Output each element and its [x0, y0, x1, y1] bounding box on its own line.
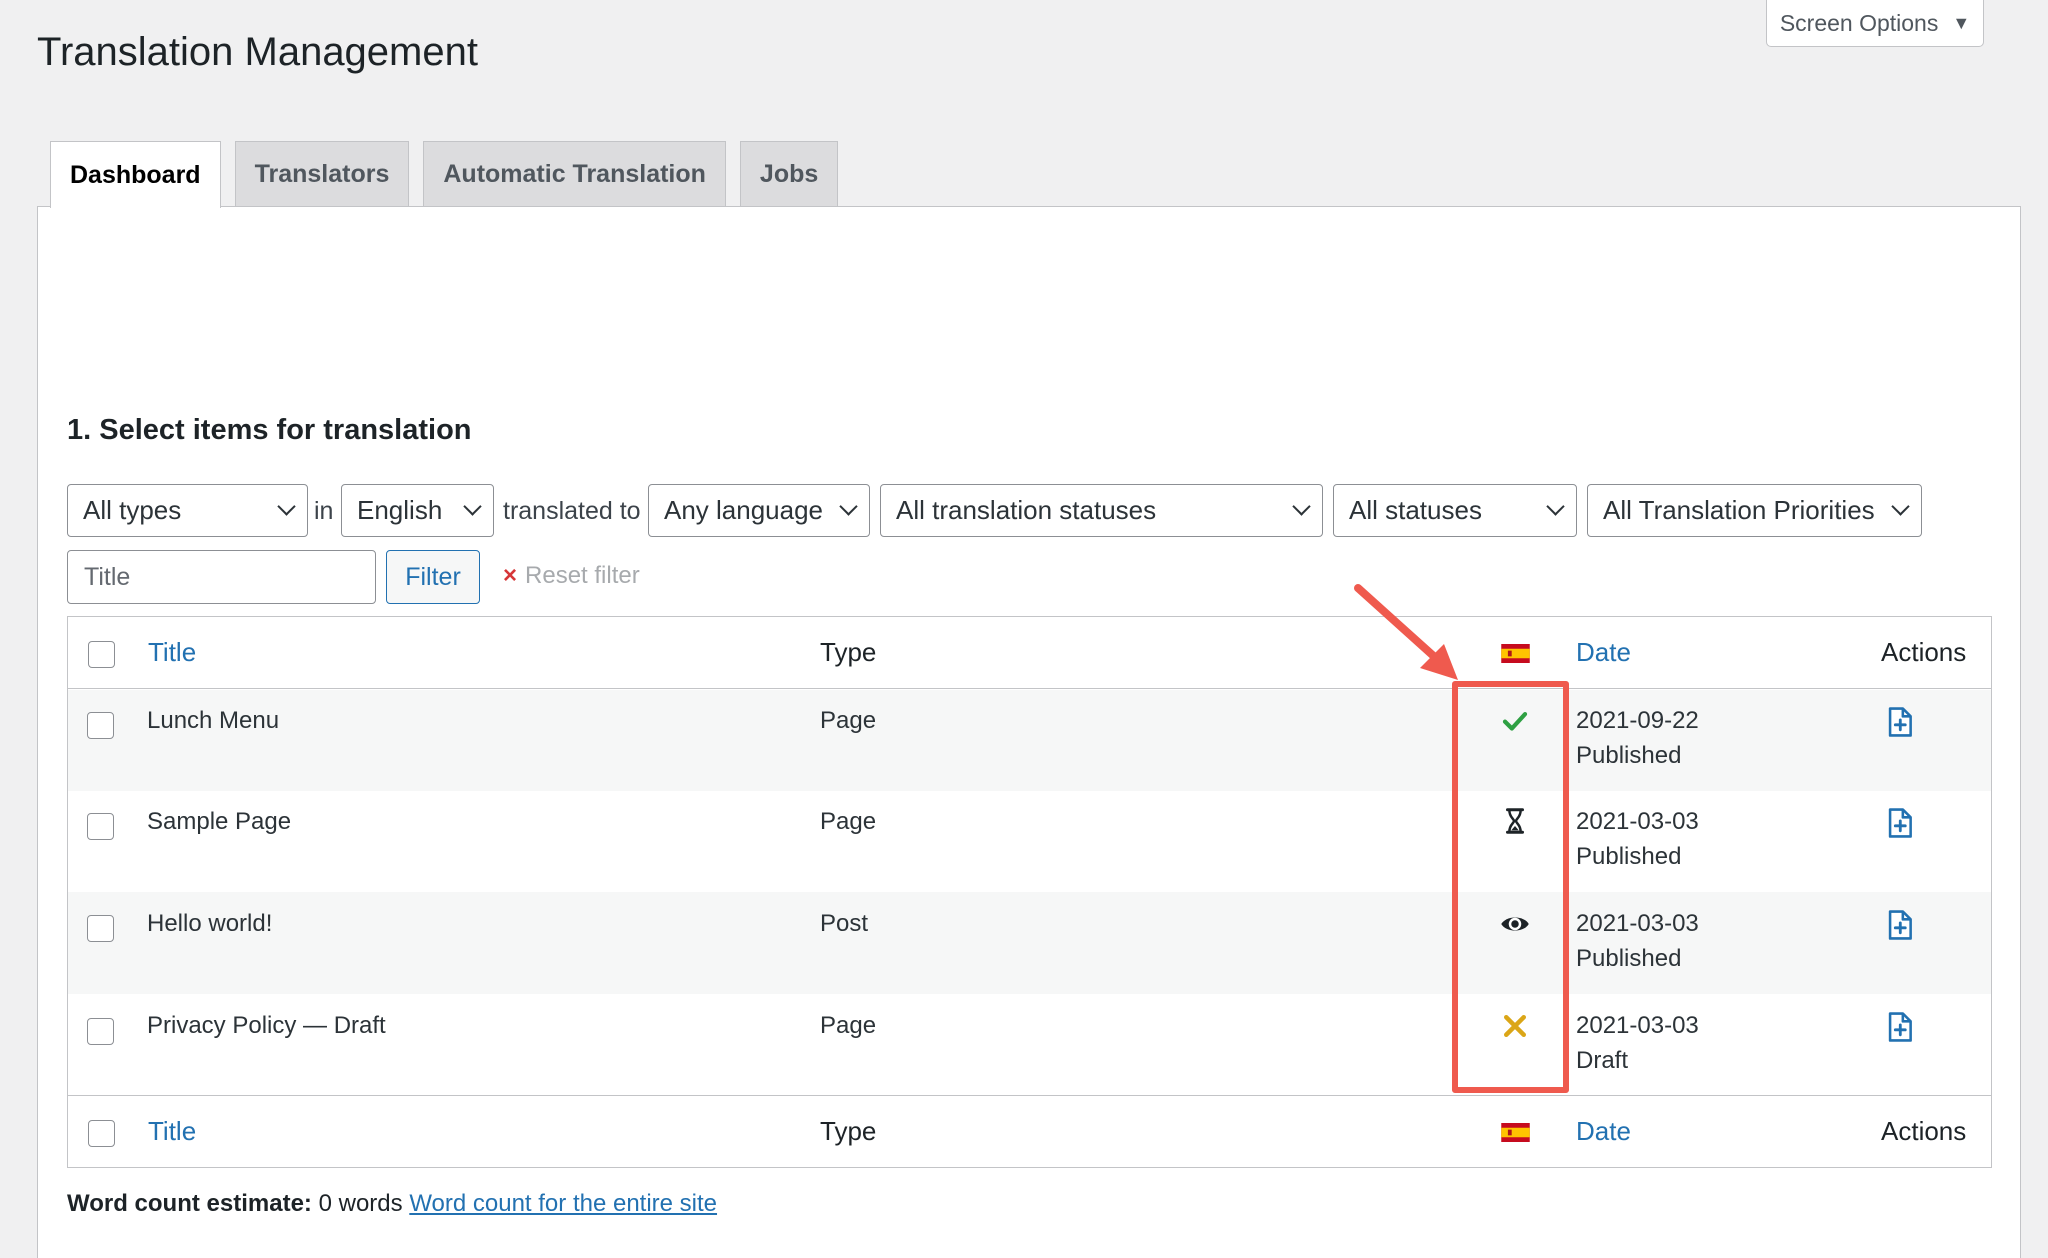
actions-column-header: Actions [1881, 1116, 1967, 1146]
filter-button[interactable]: Filter [386, 550, 480, 604]
reset-filter-label: Reset filter [525, 562, 640, 589]
row-status: Published [1576, 742, 1682, 769]
table-row: Lunch Menu Page 2021-09-22 Published [68, 690, 1991, 791]
priority-select[interactable]: All Translation Priorities [1587, 484, 1922, 537]
row-checkbox[interactable] [87, 813, 114, 840]
row-status: Published [1576, 945, 1682, 972]
reset-filter-link[interactable]: × Reset filter [503, 562, 640, 590]
check-icon[interactable] [1500, 706, 1530, 736]
translated-to-label: translated to [503, 497, 641, 525]
translation-status-select[interactable]: All translation statuses [880, 484, 1323, 537]
caret-down-icon: ▼ [1952, 12, 1971, 33]
table-row: Sample Page Page 2021-03-03 Published [68, 791, 1991, 892]
priority-value: All Translation Priorities [1603, 495, 1875, 525]
tab-jobs[interactable]: Jobs [739, 141, 839, 207]
select-all-checkbox[interactable] [88, 641, 115, 668]
word-count-estimate: Word count estimate: 0 words Word count … [67, 1190, 717, 1218]
chevron-down-icon [839, 497, 858, 516]
add-translation-icon[interactable] [1883, 908, 1917, 942]
row-type: Page [820, 1012, 877, 1039]
row-title: Privacy Policy — Draft [147, 1012, 386, 1039]
chevron-down-icon [1292, 497, 1311, 516]
add-translation-icon[interactable] [1883, 806, 1917, 840]
row-date: 2021-03-03 [1576, 808, 1699, 835]
in-label: in [314, 497, 334, 525]
type-column-header: Type [820, 1116, 877, 1146]
row-title: Sample Page [147, 808, 292, 835]
row-title: Hello world! [147, 910, 273, 937]
table-header-row: Title Type Date Actions [68, 617, 1991, 689]
items-table: Title Type Date Actions Lunch Menu Page … [67, 616, 1992, 1168]
actions-column-header: Actions [1881, 637, 1967, 667]
title-column-header[interactable]: Title [148, 1114, 196, 1148]
row-date: 2021-03-03 [1576, 910, 1699, 937]
title-search-input[interactable] [67, 550, 376, 604]
table-row: Privacy Policy — Draft Page 2021-03-03 D… [68, 994, 1991, 1095]
chevron-down-icon [277, 497, 296, 516]
screen-options-label: Screen Options [1779, 9, 1939, 36]
title-column-header[interactable]: Title [148, 635, 196, 669]
section-title: 1. Select items for translation [67, 414, 472, 446]
x-icon[interactable] [1500, 1011, 1530, 1041]
date-column-header[interactable]: Date [1576, 1114, 1631, 1148]
type-select[interactable]: All types [67, 484, 308, 537]
type-select-value: All types [83, 495, 182, 525]
word-count-site-link[interactable]: Word count for the entire site [409, 1190, 717, 1217]
screen-options-button[interactable]: Screen Options ▼ [1766, 0, 1984, 47]
target-language-value: Any language [664, 495, 824, 525]
table-row: Hello world! Post 2021-03-03 Published [68, 892, 1991, 994]
tab-automatic-translation[interactable]: Automatic Translation [423, 141, 726, 207]
page-title: Translation Management [37, 30, 478, 74]
add-translation-icon[interactable] [1883, 705, 1917, 739]
row-date: 2021-03-03 [1576, 1012, 1699, 1039]
word-count-label: Word count estimate: [67, 1190, 312, 1217]
row-status: Draft [1576, 1047, 1629, 1074]
chevron-down-icon [463, 497, 482, 516]
source-language-select[interactable]: English [341, 484, 494, 537]
row-status: Published [1576, 843, 1682, 870]
spain-flag-icon [1501, 1123, 1530, 1142]
post-status-value: All statuses [1349, 495, 1482, 525]
date-column-header[interactable]: Date [1576, 635, 1631, 669]
add-translation-icon[interactable] [1883, 1010, 1917, 1044]
post-status-select[interactable]: All statuses [1333, 484, 1577, 537]
eye-icon[interactable] [1500, 909, 1530, 939]
row-checkbox[interactable] [87, 1018, 114, 1045]
source-language-value: English [357, 495, 443, 525]
row-checkbox[interactable] [87, 915, 114, 942]
row-type: Post [820, 910, 869, 937]
chevron-down-icon [1546, 497, 1565, 516]
target-language-select[interactable]: Any language [648, 484, 870, 537]
hourglass-icon[interactable] [1500, 806, 1530, 836]
tab-bar: Dashboard Translators Automatic Translat… [50, 141, 839, 208]
page: Screen Options ▼ Translation Management … [0, 0, 2048, 1258]
tab-dashboard[interactable]: Dashboard [50, 141, 221, 208]
word-count-value: 0 words [318, 1190, 403, 1217]
row-type: Page [820, 707, 877, 734]
close-icon: × [503, 562, 518, 589]
row-date: 2021-09-22 [1576, 707, 1699, 734]
table-footer-row: Title Type Date Actions [68, 1095, 1991, 1167]
type-column-header: Type [820, 637, 877, 667]
chevron-down-icon [1891, 497, 1910, 516]
row-checkbox[interactable] [87, 712, 114, 739]
spain-flag-icon [1501, 644, 1530, 663]
row-title: Lunch Menu [147, 707, 280, 734]
row-type: Page [820, 808, 877, 835]
tab-translators[interactable]: Translators [234, 141, 410, 207]
translation-status-value: All translation statuses [896, 495, 1157, 525]
select-all-checkbox[interactable] [88, 1120, 115, 1147]
